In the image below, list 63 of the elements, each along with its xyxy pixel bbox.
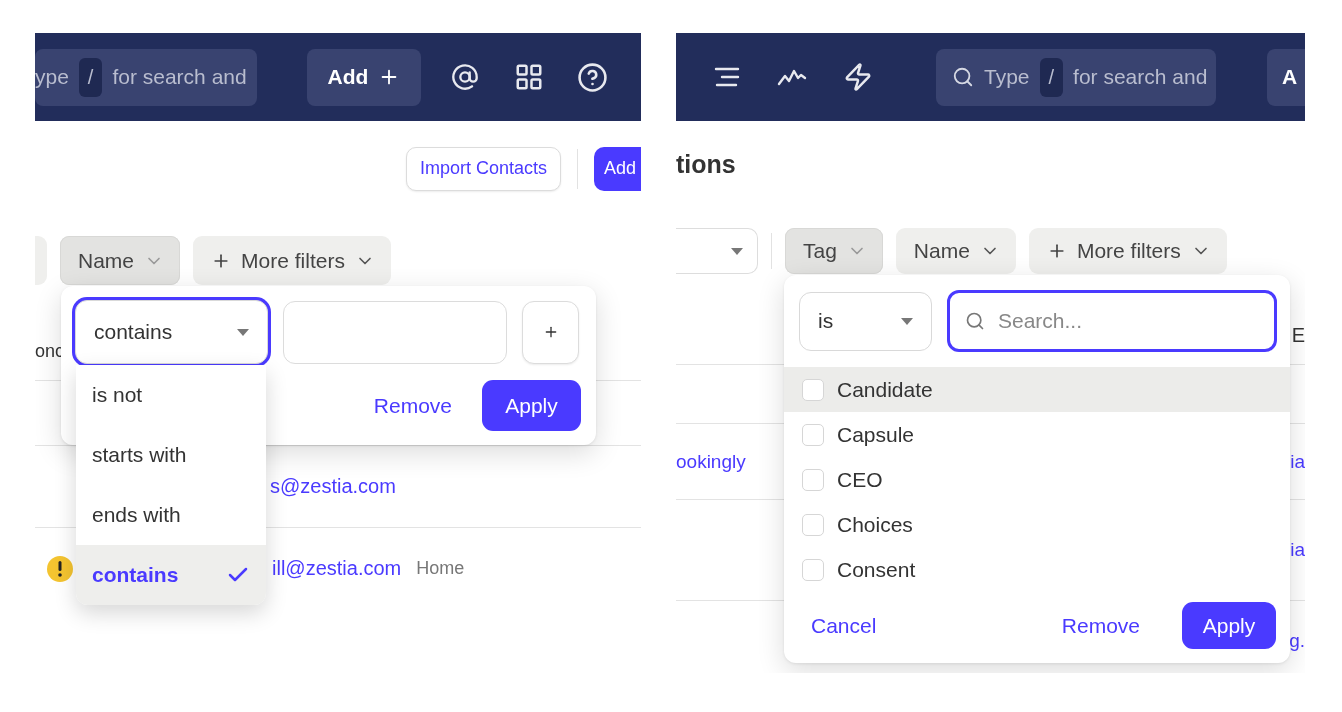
warning-icon (47, 555, 73, 582)
filter-chip[interactable]: Tag (785, 228, 883, 274)
help-icon[interactable] (577, 61, 608, 93)
search-placeholder: ype (35, 65, 69, 89)
tag-option[interactable]: Consent (784, 547, 1290, 592)
operator-select[interactable]: contains (75, 300, 268, 364)
company-link[interactable]: ookingly (676, 450, 746, 473)
checkbox[interactable] (802, 558, 824, 581)
add-condition-button[interactable] (522, 300, 579, 364)
tag-option[interactable]: Candidate (784, 367, 1290, 412)
cancel-button[interactable]: Cancel (811, 613, 877, 638)
search-field[interactable]: ype / for search and (35, 48, 257, 106)
menu-item[interactable]: starts with (76, 425, 266, 485)
lines-icon[interactable] (714, 66, 740, 88)
search-placeholder: Type (984, 65, 1030, 89)
remove-button[interactable]: Remove (373, 393, 452, 418)
operator-select[interactable]: is (799, 291, 932, 351)
email-link[interactable]: ill@zestia.com (272, 557, 402, 580)
caret-icon (237, 328, 249, 336)
tag-option[interactable]: Capsule (784, 412, 1290, 457)
search-icon (965, 311, 985, 331)
checkbox[interactable] (802, 378, 824, 401)
email-link[interactable]: s@zestia.com (270, 475, 396, 498)
filter-chip[interactable]: More filters (1028, 228, 1227, 274)
search-icon (952, 66, 974, 88)
shortcut-key: / (78, 57, 103, 97)
add-button[interactable]: Add (307, 48, 421, 106)
checkbox[interactable] (802, 468, 824, 491)
zigzag-icon[interactable] (777, 67, 807, 87)
caret-icon (901, 317, 913, 325)
add-button[interactable]: A (1267, 48, 1305, 106)
email-link[interactable]: g. (1289, 630, 1305, 652)
checkbox[interactable] (802, 423, 824, 446)
grid-icon[interactable] (514, 62, 544, 92)
remove-button[interactable]: Remove (1061, 613, 1140, 638)
filter-chip[interactable]: Name (895, 228, 1016, 274)
search-field[interactable]: Search... (947, 290, 1277, 352)
filter-chip[interactable]: Name (60, 236, 181, 285)
page-title: tions (676, 149, 737, 179)
lightning-icon[interactable] (843, 62, 873, 92)
filter-chip[interactable]: More filters (193, 236, 391, 285)
column-header: E (1291, 323, 1305, 347)
tag-option[interactable]: Choices (784, 502, 1290, 547)
menu-item[interactable]: contains (76, 545, 266, 605)
email-link[interactable]: ia (1290, 450, 1305, 473)
select-field[interactable] (676, 228, 758, 274)
add-button[interactable]: Add (594, 146, 641, 191)
apply-button[interactable]: Apply (482, 380, 581, 431)
tag-option[interactable]: CEO (784, 457, 1290, 502)
search-placeholder: for search and (112, 65, 247, 89)
import-contacts-button[interactable]: Import Contacts (405, 146, 561, 191)
search-field[interactable]: Type / for search and (936, 48, 1216, 106)
caret-icon (731, 247, 743, 255)
menu-item[interactable]: is not (76, 365, 266, 425)
apply-button[interactable]: Apply (1182, 602, 1276, 649)
email-type: Home (416, 558, 465, 579)
shortcut-key: / (1039, 57, 1064, 97)
email-link[interactable]: ia (1290, 539, 1305, 561)
search-placeholder: for search and (1073, 65, 1208, 89)
value-field[interactable] (283, 300, 507, 364)
at-sign-icon[interactable] (451, 63, 479, 91)
checkbox[interactable] (802, 513, 824, 536)
menu-item[interactable]: ends with (76, 485, 266, 545)
